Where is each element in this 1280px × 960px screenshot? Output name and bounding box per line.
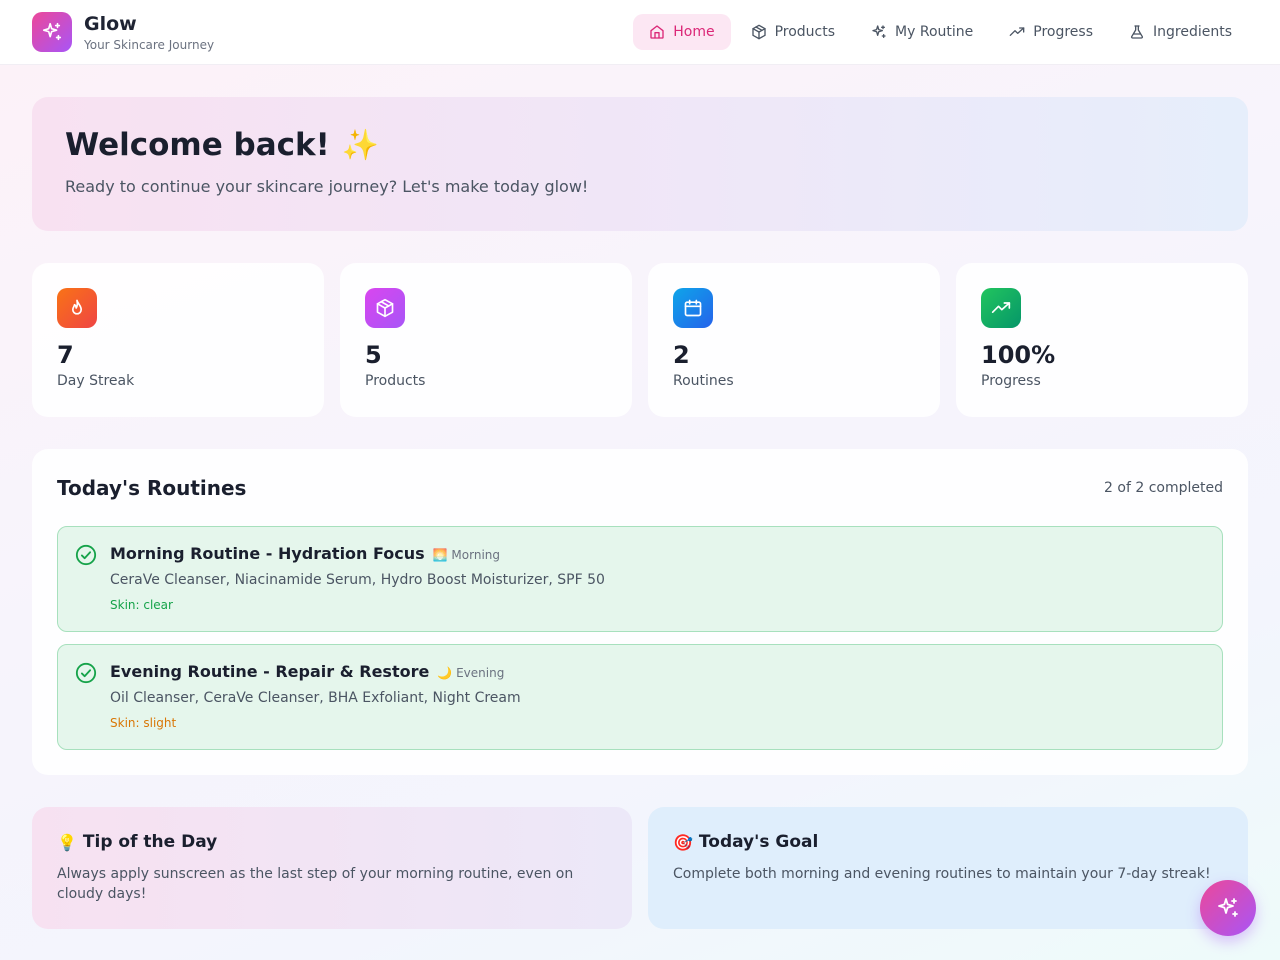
- todays-routines-panel: Today's Routines 2 of 2 completed Mornin…: [32, 449, 1248, 775]
- stat-label: Products: [365, 373, 426, 389]
- sparkles-emoji-icon: ✨: [341, 127, 380, 163]
- nav-item-ingredients[interactable]: Ingredients: [1113, 14, 1248, 50]
- nav-item-progress[interactable]: Progress: [993, 14, 1109, 50]
- nav-item-label: My Routine: [895, 24, 974, 40]
- routine-time-badge: 🌅 Morning: [432, 548, 501, 562]
- stat-card-routines: 2 Routines: [648, 263, 940, 417]
- top-navigation-bar: Glow Your Skincare Journey Home Products…: [0, 0, 1280, 65]
- brand-name: Glow: [84, 12, 137, 35]
- stat-value: 5: [365, 341, 382, 369]
- home-icon: [650, 25, 664, 39]
- nav-item-products[interactable]: Products: [735, 14, 851, 50]
- routine-title: Morning Routine - Hydration Focus: [110, 544, 425, 563]
- nav-item-label: Products: [774, 24, 836, 40]
- welcome-subtitle: Ready to continue your skincare journey?…: [65, 177, 589, 196]
- nav-item-label: Home: [673, 24, 715, 40]
- stat-label: Day Streak: [57, 373, 135, 389]
- trending-up-icon: [1009, 27, 1025, 36]
- welcome-title-row: Welcome back! ✨: [65, 127, 1215, 163]
- card-title: Today's Goal: [698, 832, 819, 852]
- stat-card-products: 5 Products: [340, 263, 632, 417]
- todays-goal-card: 🎯 Today's Goal Complete both morning and…: [648, 807, 1248, 929]
- welcome-title: Welcome back!: [65, 127, 330, 163]
- sparkles-icon: [1218, 898, 1238, 917]
- card-text: Always apply sunscreen as the last step …: [57, 866, 574, 902]
- routine-products: Oil Cleanser, CeraVe Cleanser, BHA Exfol…: [110, 690, 521, 706]
- flask-icon: [1130, 25, 1144, 39]
- calendar-icon: [673, 288, 713, 328]
- routine-card-morning[interactable]: Morning Routine - Hydration Focus 🌅 Morn…: [57, 526, 1223, 632]
- card-title: Tip of the Day: [82, 832, 218, 852]
- stat-card-progress: 100% Progress: [956, 263, 1248, 417]
- package-icon: [365, 288, 405, 328]
- main-nav: Home Products My Routine Progress Ingred…: [629, 14, 1248, 50]
- stat-value: 2: [673, 341, 690, 369]
- welcome-banner: Welcome back! ✨ Ready to continue your s…: [32, 97, 1248, 231]
- brand[interactable]: Glow Your Skincare Journey: [32, 12, 214, 52]
- nav-item-my-routine[interactable]: My Routine: [855, 14, 989, 50]
- sparkles-icon: [872, 25, 886, 38]
- skin-status: Skin: slight: [110, 716, 177, 730]
- tip-of-the-day-card: 💡 Tip of the Day Always apply sunscreen …: [32, 807, 632, 929]
- stat-label: Routines: [673, 373, 734, 389]
- nav-item-label: Ingredients: [1153, 24, 1232, 40]
- routine-title: Evening Routine - Repair & Restore: [110, 662, 430, 681]
- nav-item-label: Progress: [1033, 24, 1093, 40]
- skin-status: Skin: clear: [110, 598, 173, 612]
- trending-up-icon: [981, 288, 1021, 328]
- nav-item-home[interactable]: Home: [633, 14, 731, 50]
- lightbulb-icon: 💡: [57, 832, 77, 852]
- section-title: Today's Routines: [57, 476, 247, 500]
- floating-action-button[interactable]: [1200, 880, 1256, 936]
- routine-time-badge: 🌙 Evening: [437, 666, 505, 680]
- stat-label: Progress: [981, 373, 1041, 389]
- package-icon: [751, 24, 766, 40]
- flame-icon: [57, 288, 97, 328]
- completion-count: 2 of 2 completed: [1104, 480, 1223, 496]
- check-circle-icon[interactable]: [75, 662, 97, 688]
- card-text: Complete both morning and evening routin…: [673, 866, 1211, 882]
- stat-card-day-streak: 7 Day Streak: [32, 263, 324, 417]
- brand-tagline: Your Skincare Journey: [84, 37, 215, 52]
- target-icon: 🎯: [673, 832, 693, 852]
- routine-products: CeraVe Cleanser, Niacinamide Serum, Hydr…: [110, 572, 605, 588]
- stat-value: 100%: [981, 341, 1056, 369]
- routine-card-evening[interactable]: Evening Routine - Repair & Restore 🌙 Eve…: [57, 644, 1223, 750]
- check-circle-icon[interactable]: [75, 544, 97, 570]
- stat-value: 7: [57, 341, 74, 369]
- sparkles-icon: [32, 12, 72, 52]
